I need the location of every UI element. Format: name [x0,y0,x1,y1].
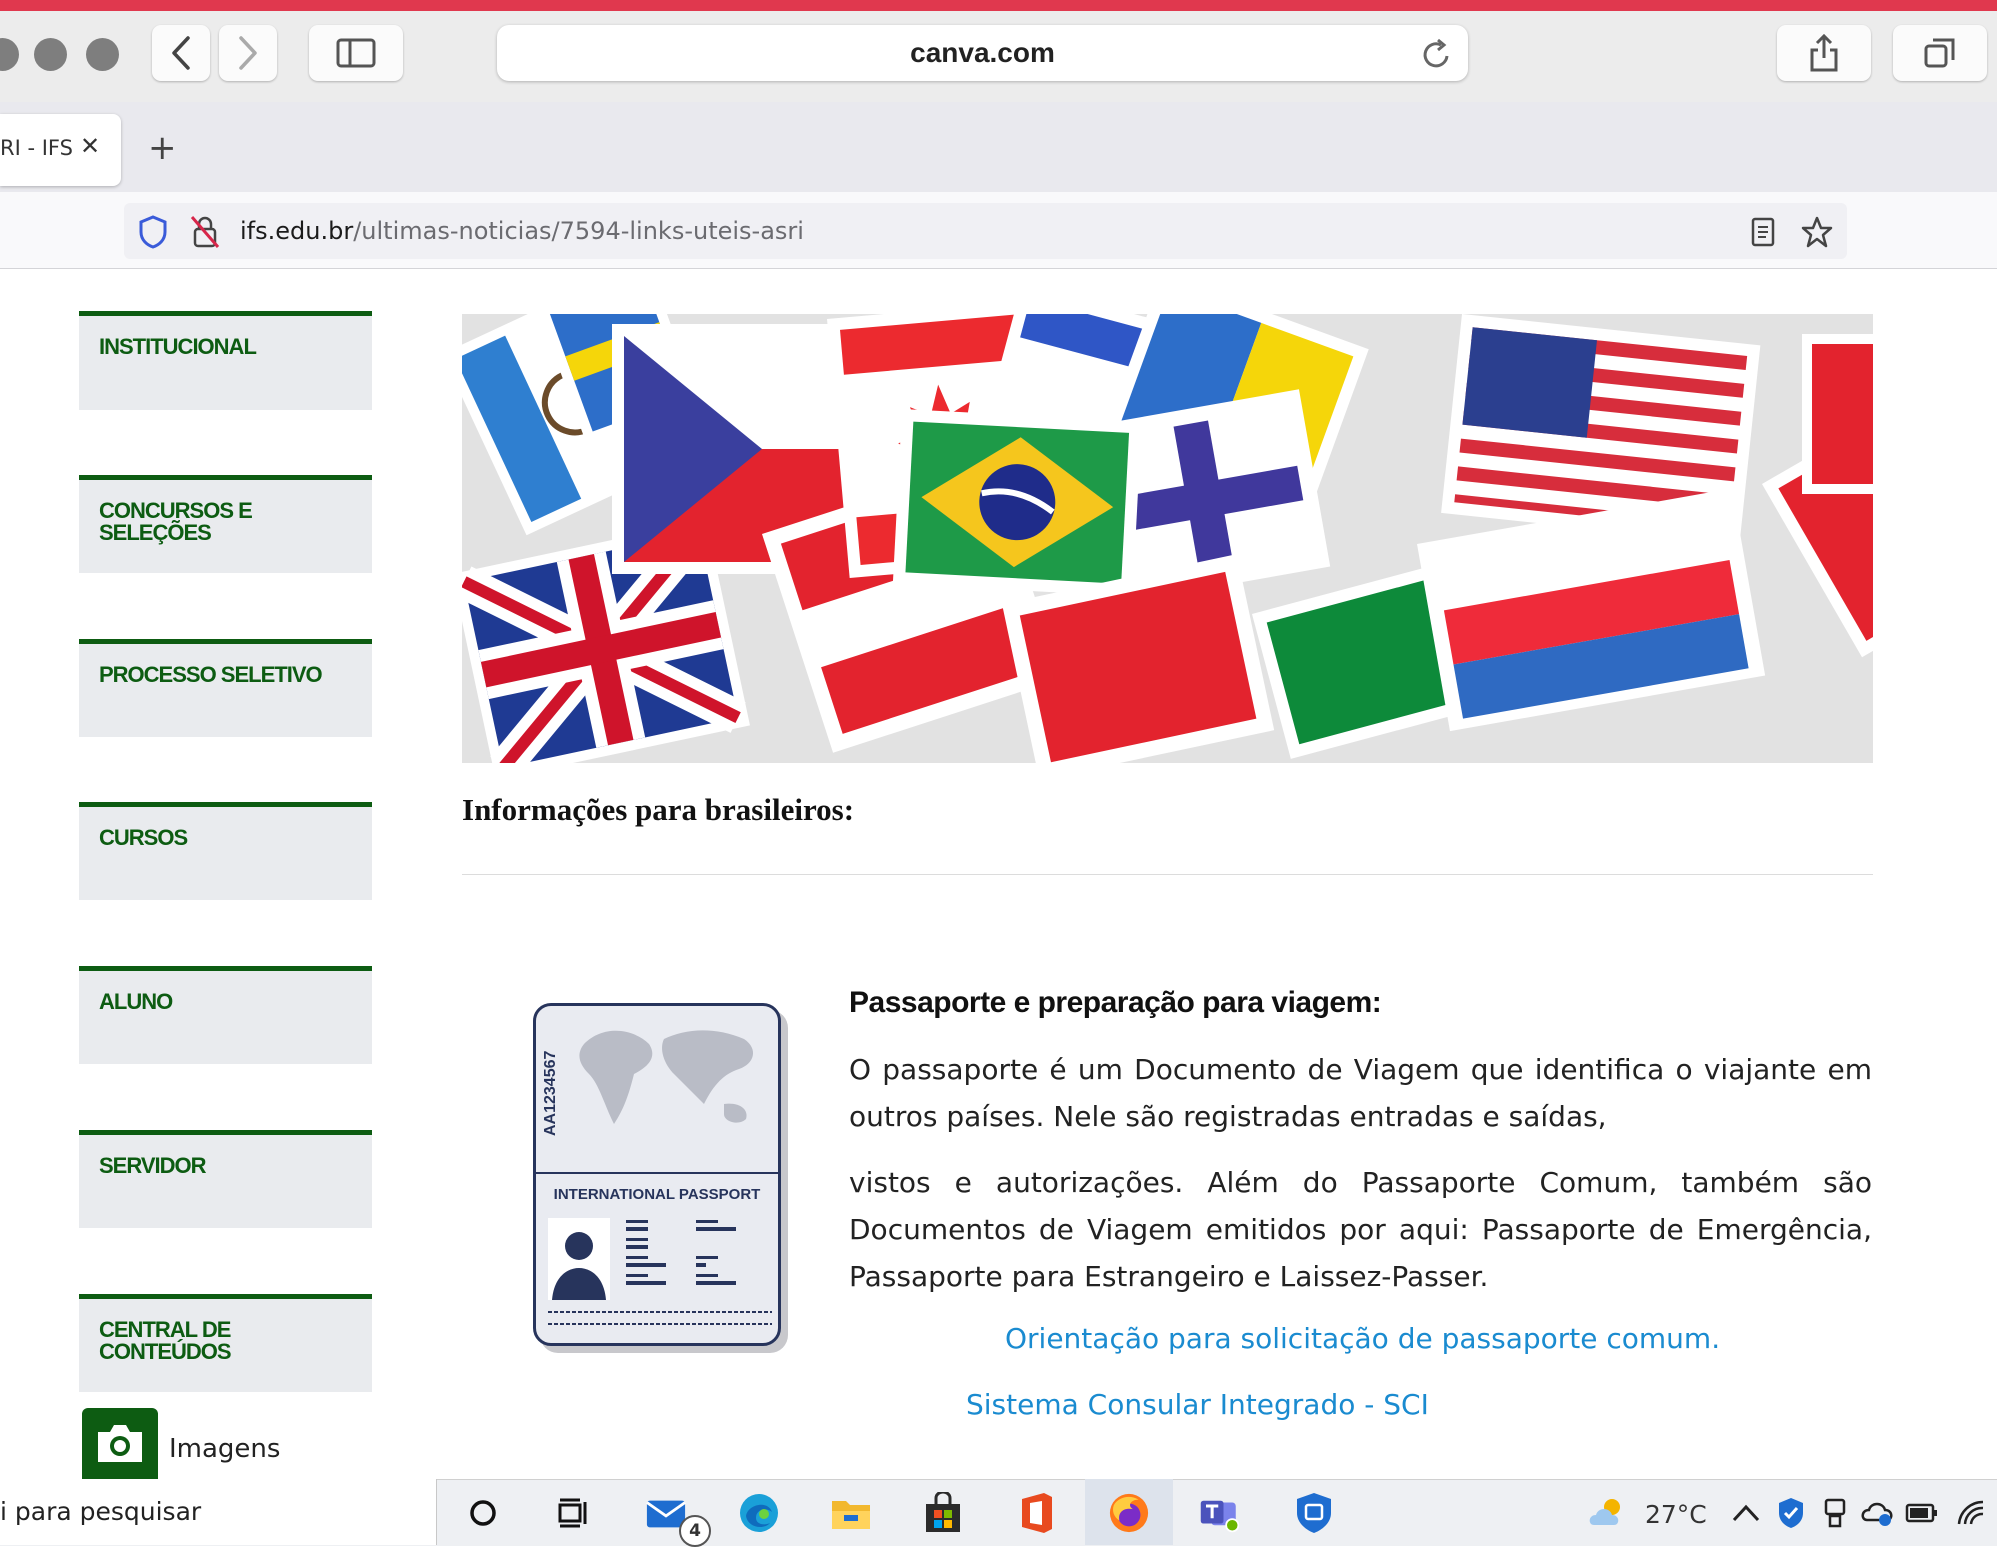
passport-paragraph-1: O passaporte é um Documento de Viagem qu… [849,1053,1872,1133]
flags-banner-image [462,314,1873,763]
sidebar-item-institucional[interactable]: INSTITUCIONAL [79,311,372,410]
sidebar-item-label: CONCURSOS E SELEÇÕES [99,498,253,545]
tab-overview-button[interactable] [1893,25,1987,81]
sidebar-item-label: PROCESSO SELETIVO [99,662,323,687]
chevron-left-icon [172,36,190,70]
share-icon [1810,34,1838,72]
store-app-button[interactable] [922,1492,964,1534]
section-divider [462,874,1873,875]
folder-icon [832,1501,870,1529]
passport-section-title: Passaporte e preparação para viagem: [849,986,1382,1019]
task-view-button[interactable] [553,1492,595,1534]
passport-title: INTERNATIONAL PASSPORT [553,1186,761,1203]
safari-address-bar[interactable]: canva.com [497,25,1468,81]
insecure-lock-icon[interactable] [190,215,220,249]
teams-app-button[interactable] [1199,1492,1241,1534]
url-text: ifs.edu.br/ultimas-noticias/7594-links-u… [240,217,804,245]
images-camera-button[interactable] [82,1408,158,1479]
cortana-button[interactable] [462,1492,504,1534]
new-tab-button[interactable]: + [148,128,177,168]
url-path: /ultimas-noticias/7594-links-uteis-asri [353,217,804,245]
sidebar-icon [336,38,376,68]
sidebar-item-aluno[interactable]: ALUNO [79,966,372,1064]
section-heading: Informações para brasileiros: [462,792,855,827]
chevron-up-icon[interactable] [1731,1502,1761,1524]
passport-paragraph-2: vistos e autorizações. Além do Passaport… [849,1166,1872,1293]
world-map-icon [579,1030,754,1124]
battery-icon[interactable] [1905,1502,1939,1524]
camera-icon [98,1425,142,1462]
passport-number-text: AA1234567 [542,1050,559,1136]
url-bar[interactable]: ifs.edu.br/ultimas-noticias/7594-links-u… [124,203,1847,259]
sidebar-item-central-de-conteudos[interactable]: CENTRAL DE CONTEÚDOS [79,1294,372,1392]
reload-icon[interactable] [1421,37,1453,71]
sidebar-toggle-button[interactable] [309,25,403,81]
chevron-right-icon [239,36,257,70]
minimize-window-button[interactable] [34,38,67,71]
office-icon [1022,1493,1052,1533]
weather-icon [1589,1499,1620,1525]
wifi-icon[interactable] [1955,1498,1989,1528]
passport-illustration: AA1234567 INTERNATIONAL PASSPORT [533,1003,781,1346]
browser-tab-bar [0,102,1997,192]
edge-app-button[interactable] [738,1492,780,1534]
temperature-label: 27°C [1645,1500,1707,1529]
sidebar-item-label: SERVIDOR [99,1153,207,1178]
sidebar-item-cursos[interactable]: CURSOS [79,802,372,900]
task-view-icon [558,1498,587,1528]
edge-icon [740,1494,778,1532]
passport-number: AA1234567 [542,1046,570,1136]
passport-mrz [548,1311,772,1325]
store-bag-icon [926,1492,960,1532]
shield-icon[interactable] [138,215,168,249]
zoom-window-button[interactable] [86,38,119,71]
office-app-button[interactable] [1016,1492,1058,1534]
person-photo-icon [548,1218,610,1300]
flags-illustration [462,314,1873,763]
sidebar-item-processo-seletivo[interactable]: PROCESSO SELETIVO [79,639,372,737]
share-button[interactable] [1777,25,1871,81]
tab-title: RI - IFS [0,136,73,160]
cortana-circle-icon [470,1500,496,1526]
passport-divider [536,1172,778,1174]
firefox-app-button[interactable] [1108,1492,1150,1534]
sidebar-item-label: ALUNO [99,989,173,1014]
tab-ifs[interactable]: RI - IFS ✕ [0,114,121,186]
defender-tray-icon[interactable] [1776,1496,1806,1530]
teams-icon [1200,1500,1240,1533]
bookmark-star-icon[interactable] [1800,215,1834,249]
sidebar-item-concursos[interactable]: CONCURSOS E SELEÇÕES [79,475,372,573]
sidebar-item-label: CENTRAL DE CONTEÚDOS [99,1317,232,1364]
taskbar-search-box[interactable]: i para pesquisar [0,1479,437,1545]
firefox-icon [1109,1493,1149,1533]
meet-tray-icon[interactable] [1820,1496,1850,1530]
shield-app-icon [1297,1493,1331,1533]
mail-badge: 4 [679,1515,711,1547]
sidebar-item-servidor[interactable]: SERVIDOR [79,1130,372,1228]
reader-view-icon[interactable] [1750,217,1776,247]
tabs-icon [1924,38,1955,68]
sidebar-item-label: CURSOS [99,825,188,850]
images-link[interactable]: Imagens [169,1434,280,1464]
onedrive-sync-icon[interactable] [1861,1498,1895,1528]
file-explorer-button[interactable] [830,1492,872,1534]
taskbar-search-placeholder: i para pesquisar [0,1497,202,1526]
safari-address-text: canva.com [910,37,1055,68]
url-domain: ifs.edu.br [240,217,354,245]
passport-fields [626,1220,736,1285]
back-button[interactable] [152,25,210,81]
weather-button[interactable] [1586,1492,1628,1534]
sidebar-item-label: INSTITUCIONAL [99,334,257,359]
close-tab-icon[interactable]: ✕ [80,132,100,160]
consular-system-link[interactable]: Sistema Consular Integrado - SCI [966,1388,1429,1421]
passport-guidance-link[interactable]: Orientação para solicitação de passaport… [1005,1322,1720,1355]
forward-button[interactable] [219,25,277,81]
security-app-button[interactable] [1293,1492,1335,1534]
